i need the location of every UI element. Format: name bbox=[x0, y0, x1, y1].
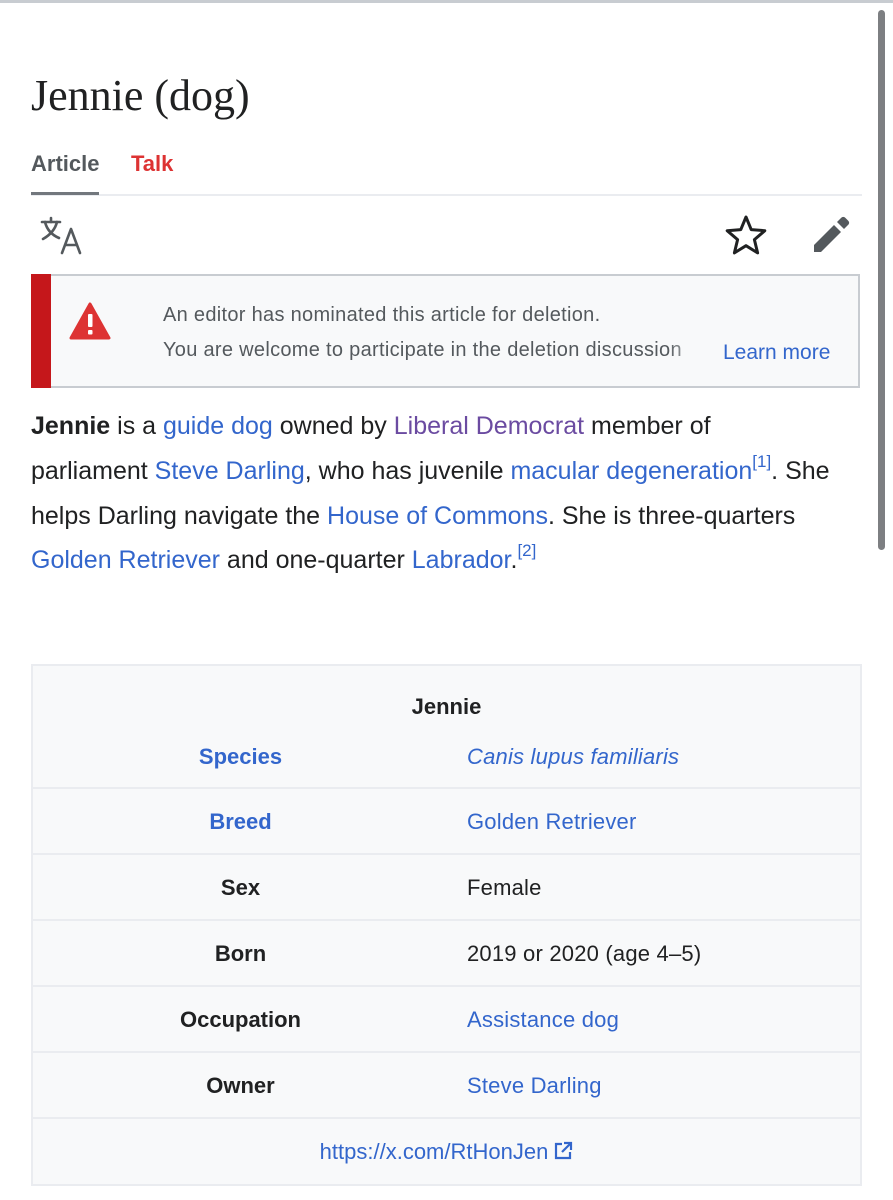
infobox-row-occupation: Occupation Assistance dog bbox=[33, 985, 860, 1053]
breed-label-link[interactable]: Breed bbox=[33, 809, 448, 835]
born-label: Born bbox=[214, 941, 267, 966]
page-tabs: Article Talk bbox=[31, 150, 862, 196]
species-label-link[interactable]: Species bbox=[33, 744, 448, 770]
owner-label: Owner bbox=[206, 1073, 275, 1098]
sex-label: Sex bbox=[220, 875, 261, 900]
owner-value-link[interactable]: Steve Darling bbox=[467, 1073, 602, 1099]
guide-dog-link[interactable]: guide dog bbox=[163, 412, 273, 440]
page-title: Jennie (dog) bbox=[31, 71, 250, 120]
reference-2-link[interactable]: [2] bbox=[517, 541, 536, 560]
external-link-icon bbox=[555, 1141, 573, 1160]
top-border bbox=[0, 0, 893, 3]
tab-talk[interactable]: Talk bbox=[131, 150, 173, 192]
sex-value: Female bbox=[467, 875, 542, 900]
occupation-label: Occupation bbox=[179, 1007, 301, 1032]
reference-2: [2] bbox=[517, 541, 536, 560]
infobox-caption: Jennie bbox=[411, 694, 482, 719]
breed-value-link[interactable]: Golden Retriever bbox=[467, 809, 637, 835]
article-subject: Jennie bbox=[31, 412, 111, 440]
species-value-link[interactable]: Canis lupus familiaris bbox=[467, 744, 679, 770]
infobox-row-born: Born 2019 or 2020 (age 4–5) bbox=[33, 919, 860, 987]
infobox-row-sex: Sex Female bbox=[33, 853, 860, 921]
warning-icon bbox=[69, 302, 111, 340]
lead-text: . She is three-quarters bbox=[547, 501, 796, 530]
reference-1-link[interactable]: [1] bbox=[752, 452, 771, 471]
golden-retriever-link[interactable]: Golden Retriever bbox=[31, 546, 220, 574]
pencil-icon[interactable] bbox=[810, 214, 852, 256]
born-value: 2019 or 2020 (age 4–5) bbox=[467, 941, 702, 966]
infobox: Jennie Species Canis lupus familiaris Br… bbox=[31, 664, 862, 1186]
translate-icon[interactable] bbox=[40, 216, 84, 256]
learn-more-link[interactable]: Learn more bbox=[723, 340, 830, 366]
liberal-democrat-link[interactable]: Liberal Democrat bbox=[394, 412, 584, 440]
steve-darling-link[interactable]: Steve Darling bbox=[155, 457, 305, 485]
reference-1: [1] bbox=[752, 452, 771, 471]
lead-text: is a bbox=[110, 412, 163, 440]
website-link[interactable]: https://x.com/RtHonJen bbox=[33, 1139, 860, 1165]
occupation-value-link[interactable]: Assistance dog bbox=[467, 1007, 619, 1033]
tab-article[interactable]: Article bbox=[31, 150, 100, 195]
deletion-notice: An editor has nominated this article for… bbox=[31, 274, 860, 388]
lead-text: owned by bbox=[272, 412, 394, 440]
lead-paragraph: Jennie is a guide dog owned by Liberal D… bbox=[31, 404, 831, 583]
house-of-commons-link[interactable]: House of Commons bbox=[327, 502, 548, 530]
star-icon[interactable] bbox=[725, 214, 767, 256]
infobox-row-breed: Breed Golden Retriever bbox=[33, 787, 860, 855]
infobox-row-owner: Owner Steve Darling bbox=[33, 1051, 860, 1119]
lead-text: and one-quarter bbox=[219, 546, 412, 575]
notice-text-line2: You are welcome to participate in the de… bbox=[163, 337, 708, 363]
scrollbar[interactable] bbox=[878, 10, 885, 550]
infobox-row-website: https://x.com/RtHonJen bbox=[33, 1117, 860, 1185]
lead-text: , who has juvenile bbox=[304, 456, 511, 485]
notice-accent-bar bbox=[31, 274, 51, 388]
website-url[interactable]: https://x.com/RtHonJen bbox=[320, 1139, 549, 1164]
notice-text-line1: An editor has nominated this article for… bbox=[163, 304, 601, 326]
macular-degeneration-link[interactable]: macular degeneration bbox=[510, 457, 752, 485]
labrador-link[interactable]: Labrador bbox=[412, 546, 511, 574]
